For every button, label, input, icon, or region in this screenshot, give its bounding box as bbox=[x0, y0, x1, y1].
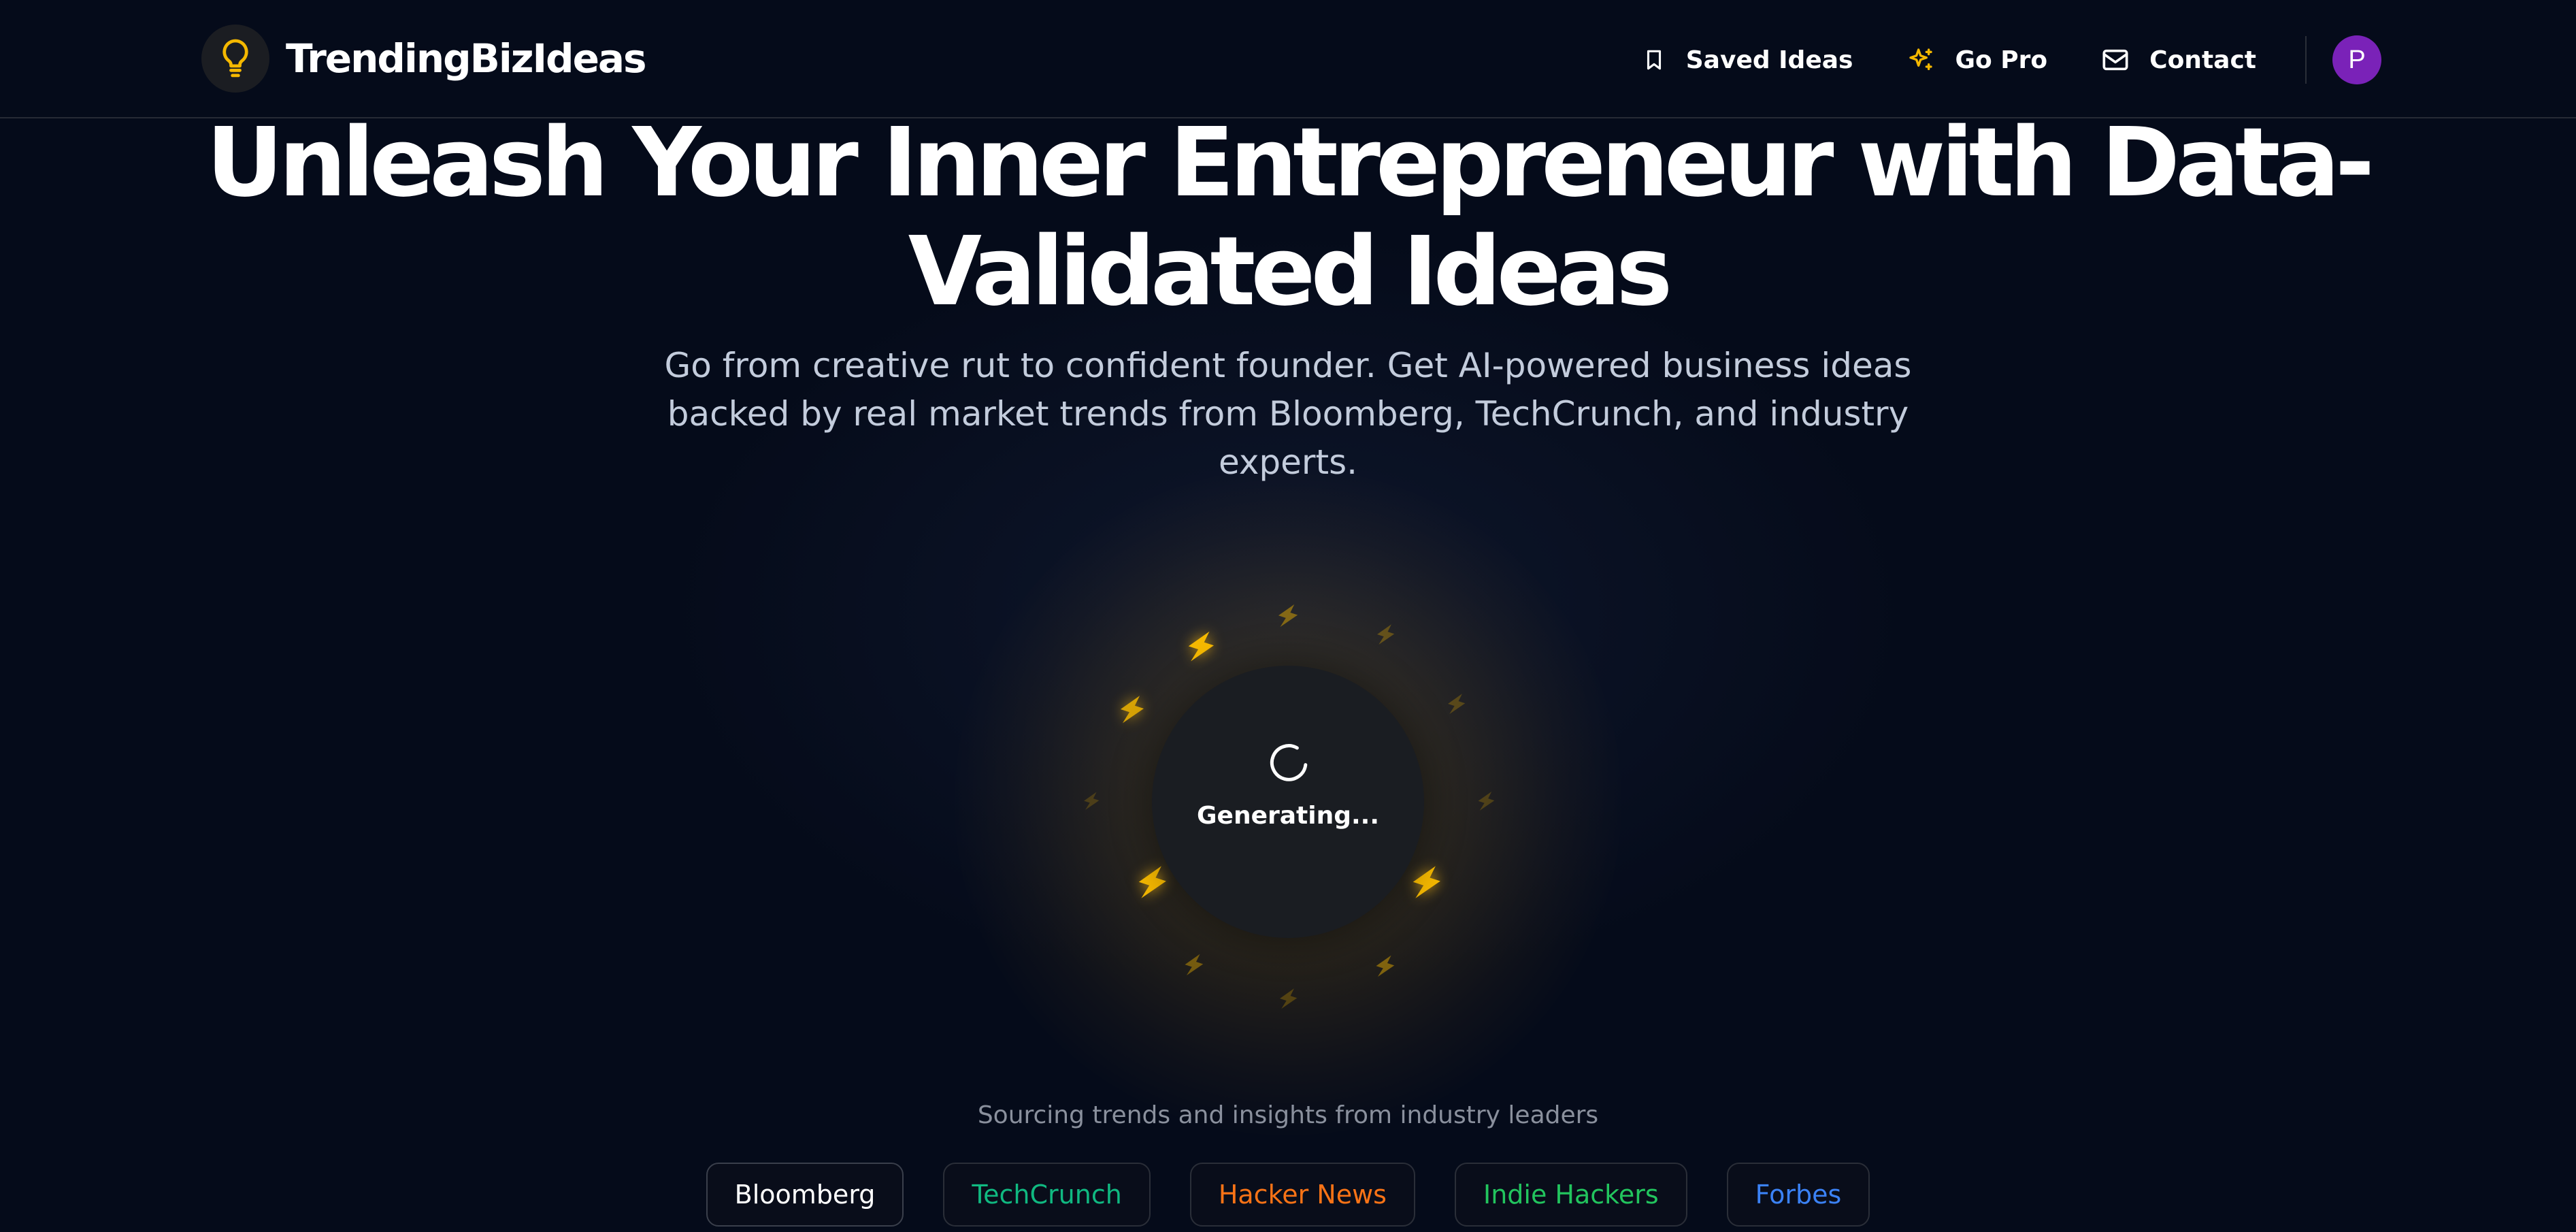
nav-divider bbox=[2305, 36, 2307, 84]
source-chip-bloomberg[interactable]: Bloomberg bbox=[706, 1163, 904, 1227]
nav-go-pro-label: Go Pro bbox=[1955, 46, 2048, 74]
lightning-bolt-icon bbox=[1372, 621, 1400, 649]
lightning-bolt-icon bbox=[1404, 860, 1449, 905]
main-nav: Saved Ideas Go Pro Contact P bbox=[1642, 30, 2381, 90]
lightning-bolt-icon bbox=[1179, 950, 1208, 979]
lightning-bolt-icon bbox=[1274, 985, 1302, 1013]
sparkles-icon bbox=[1907, 46, 1934, 74]
hero-subtitle: Go from creative rut to confident founde… bbox=[664, 346, 1912, 482]
nav-contact-label: Contact bbox=[2149, 46, 2256, 74]
mail-icon bbox=[2102, 48, 2129, 71]
sources-caption: Sourcing trends and insights from indust… bbox=[977, 1101, 1599, 1129]
source-chips: Bloomberg TechCrunch Hacker News Indie H… bbox=[0, 1163, 2576, 1227]
brand-logo[interactable]: TrendingBizIdeas bbox=[201, 23, 647, 94]
lightning-bolt-icon bbox=[1079, 789, 1104, 813]
loading-spinner-icon bbox=[1270, 744, 1308, 781]
lightning-bolt-icon bbox=[1473, 788, 1499, 814]
nav-go-pro[interactable]: Go Pro bbox=[1907, 46, 2047, 74]
source-chip-hacker-news[interactable]: Hacker News bbox=[1189, 1163, 1415, 1227]
generating-status: Generating... bbox=[1196, 802, 1380, 830]
bookmark-icon bbox=[1642, 47, 1666, 73]
lightning-bolt-icon bbox=[1272, 600, 1304, 632]
lightning-bolt-icon bbox=[1113, 691, 1151, 728]
hero-title-line-1: Unleash Your Inner Entrepreneur with Dat… bbox=[205, 108, 2375, 218]
nav-saved-ideas[interactable]: Saved Ideas bbox=[1642, 46, 1853, 74]
hero-title-line-2: Validated Ideas bbox=[908, 216, 1673, 327]
lightbulb-icon bbox=[201, 25, 269, 93]
top-navbar: TrendingBizIdeas Saved Ideas Go Pro Cont… bbox=[0, 0, 2576, 118]
hero-title: Unleash Your Inner Entrepreneur with Dat… bbox=[0, 109, 2576, 327]
source-chip-forbes[interactable]: Forbes bbox=[1726, 1163, 1870, 1227]
brand-name: TrendingBizIdeas bbox=[286, 35, 647, 82]
source-chip-indie-hackers[interactable]: Indie Hackers bbox=[1454, 1163, 1687, 1227]
nav-contact[interactable]: Contact bbox=[2102, 46, 2256, 74]
user-avatar[interactable]: P bbox=[2332, 35, 2381, 84]
lightning-bolt-icon bbox=[1180, 626, 1221, 667]
lightning-bolt-icon bbox=[1370, 952, 1400, 981]
lightning-bolt-icon bbox=[1130, 860, 1174, 905]
source-chip-techcrunch[interactable]: TechCrunch bbox=[943, 1163, 1151, 1227]
generate-button[interactable]: Generating... bbox=[1152, 666, 1424, 938]
lightning-bolt-icon bbox=[1442, 690, 1470, 718]
nav-saved-ideas-label: Saved Ideas bbox=[1685, 46, 1853, 74]
